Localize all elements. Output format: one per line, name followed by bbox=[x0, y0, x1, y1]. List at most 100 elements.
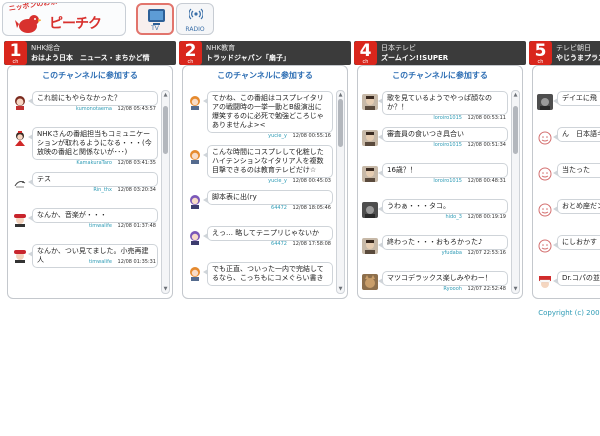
user-avatar[interactable] bbox=[537, 202, 553, 218]
message-bubble: Dr.コパの並 bbox=[553, 271, 600, 286]
scrollbar-thumb[interactable] bbox=[513, 106, 518, 154]
tab-tv[interactable]: TV bbox=[136, 3, 174, 35]
chat-thread[interactable]: これ前にもやらなかった？ kumonotaema 12/08 05:43:57 … bbox=[10, 90, 160, 298]
chat-message: 当たった bbox=[535, 162, 600, 198]
channel-panel-2: 2 ch NHK教育 トラッドジャパン「扇子」 このチャンネルに参加する てかね… bbox=[179, 41, 351, 299]
user-avatar[interactable] bbox=[537, 94, 553, 110]
message-username[interactable]: loroiro1015 bbox=[433, 142, 462, 148]
message-time: 12/08 00:45:03 bbox=[292, 178, 331, 184]
chat-message: これ前にもやらなかった？ kumonotaema 12/08 05:43:57 bbox=[10, 90, 160, 126]
chat-message: Dr.コパの並 bbox=[535, 270, 600, 298]
chat-scrollbar[interactable]: ▲ ▼ bbox=[336, 90, 345, 294]
user-avatar[interactable] bbox=[537, 238, 553, 254]
message-username[interactable]: 64472 bbox=[271, 241, 287, 247]
user-avatar[interactable] bbox=[537, 166, 553, 182]
user-avatar[interactable] bbox=[12, 94, 28, 110]
user-avatar[interactable] bbox=[537, 130, 553, 146]
channel-program-title: おはよう日本 ニュース・まちかど情 bbox=[31, 54, 150, 62]
message-username[interactable]: timwalife bbox=[89, 223, 112, 229]
user-avatar[interactable] bbox=[12, 175, 28, 191]
user-avatar[interactable] bbox=[362, 202, 378, 218]
message-time: 12/08 00:48:31 bbox=[467, 178, 506, 184]
message-time: 12/07 22:53:16 bbox=[467, 250, 506, 256]
chat-message: 終わった・・・おもろかった♪ yfudaba 12/07 22:53:16 bbox=[360, 234, 510, 270]
message-username[interactable]: KamakuraTaro bbox=[76, 160, 112, 166]
message-username[interactable]: yucie_y bbox=[268, 178, 287, 184]
user-avatar[interactable] bbox=[362, 238, 378, 254]
chat-message: なんか、音楽が・・・ timwalife 12/08 01:37:48 bbox=[10, 207, 160, 243]
message-username[interactable]: kumonotaema bbox=[76, 106, 112, 112]
user-avatar[interactable] bbox=[187, 148, 203, 164]
page-root: ニッポンのお茶の間 ピーチク TV RADIO 1 ch NHK総合 おはよう日… bbox=[0, 0, 600, 436]
user-avatar[interactable] bbox=[187, 229, 203, 245]
channel-number-badge: 5 ch bbox=[529, 41, 552, 65]
message-username[interactable]: 64472 bbox=[271, 205, 287, 211]
top-header: ニッポンのお茶の間 ピーチク TV RADIO bbox=[0, 0, 600, 40]
message-username[interactable]: loroiro1015 bbox=[433, 115, 462, 121]
chat-message: なんか、つい見てました。小売再建人 timwalife 12/08 01:35:… bbox=[10, 243, 160, 279]
channel-panel-5: 5 ch テレビ朝日 やじうまプラス デイエに飛 ん 日本語キーだ bbox=[529, 41, 600, 299]
message-username[interactable]: yfudaba bbox=[442, 250, 462, 256]
chat-message: 脚本表に出(ry 64472 12/08 18:05:46 bbox=[185, 189, 335, 225]
message-time: 12/08 18:05:46 bbox=[292, 205, 331, 211]
user-avatar[interactable] bbox=[362, 166, 378, 182]
user-avatar[interactable] bbox=[187, 94, 203, 110]
chat-scrollbar[interactable]: ▲ ▼ bbox=[511, 90, 520, 294]
tab-radio[interactable]: RADIO bbox=[176, 3, 214, 35]
message-meta: loroiro1015 12/08 00:53:11 bbox=[433, 115, 506, 121]
channel-chat-body: このチャンネルに参加する てかね、この番組はコスプレイタリアの戦闘時の一挙一動と… bbox=[182, 65, 348, 299]
user-avatar[interactable] bbox=[12, 247, 28, 263]
user-avatar[interactable] bbox=[12, 130, 28, 146]
chat-thread[interactable]: 歌を見ているようでやっぱ顔なのか？！ loroiro1015 12/08 00:… bbox=[360, 90, 510, 298]
chat-scrollbar[interactable]: ▲ ▼ bbox=[161, 90, 170, 294]
scroll-down-arrow-icon[interactable]: ▼ bbox=[338, 286, 343, 292]
message-time: 12/08 01:37:48 bbox=[117, 223, 156, 229]
tab-tv-label: TV bbox=[151, 25, 159, 32]
message-username[interactable]: yucie_y bbox=[268, 133, 287, 139]
channel-panel-1: 1 ch NHK総合 おはよう日本 ニュース・まちかど情 このチャンネルに参加す… bbox=[4, 41, 176, 299]
message-time: 12/08 03:20:34 bbox=[117, 187, 156, 193]
user-avatar[interactable] bbox=[537, 274, 553, 290]
chat-thread[interactable]: てかね、この番組はコスプレイタリアの戦闘時の一挙一動とB級演出に爆笑するのに必死… bbox=[185, 90, 335, 298]
scroll-down-arrow-icon[interactable]: ▼ bbox=[163, 286, 168, 292]
join-channel-link[interactable]: このチャンネルに参加する bbox=[183, 70, 347, 81]
message-meta: yfudaba 12/07 22:53:16 bbox=[442, 250, 506, 256]
chat-message: にしおかす bbox=[535, 234, 600, 270]
message-meta: 64472 12/08 18:05:46 bbox=[271, 205, 331, 211]
message-meta: Rin_thx 12/08 03:20:34 bbox=[93, 187, 156, 193]
channel-station: テレビ朝日 bbox=[556, 44, 591, 52]
scroll-up-arrow-icon[interactable]: ▲ bbox=[513, 92, 518, 98]
message-meta: yucie_y 12/08 00:45:03 bbox=[268, 178, 331, 184]
user-avatar[interactable] bbox=[12, 211, 28, 227]
scroll-down-arrow-icon[interactable]: ▼ bbox=[513, 286, 518, 292]
site-logo[interactable]: ニッポンのお茶の間 ピーチク bbox=[2, 2, 126, 36]
message-meta: kumonotaema 12/08 05:43:57 bbox=[76, 106, 156, 112]
channel-program-title: トラッドジャパン「扇子」 bbox=[206, 54, 290, 62]
join-channel-link[interactable]: このチャンネルに参加する bbox=[358, 70, 522, 81]
message-username[interactable]: hido_3 bbox=[445, 214, 461, 220]
chat-message: デイエに飛 bbox=[535, 90, 600, 126]
join-channel-link[interactable]: このチャンネルに参加する bbox=[8, 70, 172, 81]
message-bubble: でも正直、ついった一内で完結してるなら、こっちもにコメぐらい書き bbox=[203, 262, 333, 286]
user-avatar[interactable] bbox=[187, 265, 203, 281]
user-avatar[interactable] bbox=[362, 94, 378, 110]
message-bubble: ん 日本語キーだ bbox=[553, 127, 600, 142]
scrollbar-thumb[interactable] bbox=[338, 99, 343, 147]
message-username[interactable]: loroiro1015 bbox=[433, 178, 462, 184]
message-time: 12/08 05:43:57 bbox=[117, 106, 156, 112]
user-avatar[interactable] bbox=[362, 130, 378, 146]
user-avatar[interactable] bbox=[187, 193, 203, 209]
message-time: 12/08 03:41:35 bbox=[117, 160, 156, 166]
scroll-up-arrow-icon[interactable]: ▲ bbox=[338, 92, 343, 98]
scroll-up-arrow-icon[interactable]: ▲ bbox=[163, 92, 168, 98]
message-bubble: にしおかす bbox=[553, 235, 600, 250]
chat-message: うわぁ・・・タコ。 hido_3 12/08 00:19:19 bbox=[360, 198, 510, 234]
message-bubble: なんか、音楽が・・・ bbox=[28, 208, 158, 223]
user-avatar[interactable] bbox=[362, 274, 378, 290]
message-username[interactable]: timwalife bbox=[89, 259, 112, 265]
message-username[interactable]: Rin_thx bbox=[93, 187, 112, 193]
message-username[interactable]: Ryoooh bbox=[443, 286, 462, 292]
message-time: 12/08 17:58:08 bbox=[292, 241, 331, 247]
scrollbar-thumb[interactable] bbox=[163, 106, 168, 154]
chat-thread[interactable]: デイエに飛 ん 日本語キーだ 当たった bbox=[535, 90, 600, 298]
